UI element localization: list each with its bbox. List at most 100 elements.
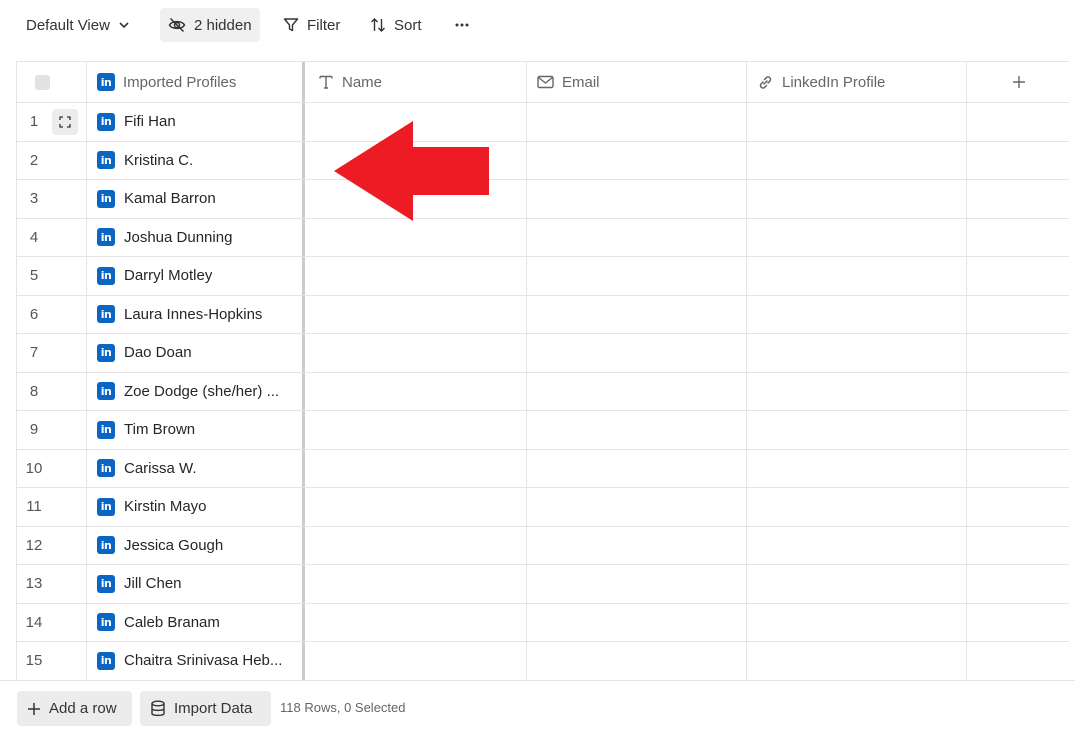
linkedin-profile-cell[interactable]	[747, 141, 967, 179]
email-cell[interactable]	[527, 603, 747, 641]
name-cell[interactable]	[308, 372, 527, 410]
linkedin-profile-cell[interactable]	[747, 411, 967, 449]
linkedin-icon: in	[97, 497, 115, 516]
table-row[interactable]: 1 in Fifi Han	[17, 103, 1069, 142]
table-row[interactable]: 5 in Darryl Motley	[17, 257, 1069, 296]
imported-profile-cell[interactable]: in Chaitra Srinivasa Heb...	[87, 642, 305, 680]
imported-profile-cell[interactable]: in Joshua Dunning	[87, 218, 305, 256]
link-icon	[759, 75, 772, 89]
name-cell[interactable]	[308, 642, 527, 680]
email-cell[interactable]	[527, 526, 747, 564]
linkedin-profile-cell[interactable]	[747, 642, 967, 680]
imported-profile-cell[interactable]: in Caleb Branam	[87, 603, 305, 641]
linkedin-profile-cell[interactable]	[747, 372, 967, 410]
select-all-checkbox[interactable]	[35, 74, 50, 90]
table-row[interactable]: 13 in Jill Chen	[17, 565, 1069, 604]
column-header-linkedin-profile[interactable]: LinkedIn Profile	[747, 62, 967, 102]
imported-profile-cell[interactable]: in Dao Doan	[87, 334, 305, 372]
linkedin-profile-cell[interactable]	[747, 334, 967, 372]
imported-profile-cell[interactable]: in Zoe Dodge (she/her) ...	[87, 372, 305, 410]
email-cell[interactable]	[527, 372, 747, 410]
column-header-name[interactable]: Name	[308, 62, 527, 102]
linkedin-profile-cell[interactable]	[747, 488, 967, 526]
filter-button[interactable]: Filter	[275, 8, 348, 42]
row-number: 8	[29, 382, 39, 400]
email-cell[interactable]	[527, 257, 747, 295]
imported-profile-cell[interactable]: in Carissa W.	[87, 449, 305, 487]
imported-profile-cell[interactable]: in Jessica Gough	[87, 526, 305, 564]
column-header-imported-profiles[interactable]: in Imported Profiles	[87, 62, 305, 102]
name-cell[interactable]	[308, 257, 527, 295]
imported-profile-cell[interactable]: in Fifi Han	[87, 103, 305, 141]
linkedin-profile-cell[interactable]	[747, 603, 967, 641]
hidden-fields-label: 2 hidden	[194, 16, 252, 34]
table-row[interactable]: 15 in Chaitra Srinivasa Heb...	[17, 642, 1069, 680]
linkedin-profile-cell[interactable]	[747, 103, 967, 141]
table-row[interactable]: 9 in Tim Brown	[17, 411, 1069, 450]
name-cell[interactable]	[308, 603, 527, 641]
email-cell[interactable]	[527, 449, 747, 487]
add-row-button[interactable]: Add a row	[17, 691, 132, 726]
email-cell[interactable]	[527, 565, 747, 603]
name-cell[interactable]	[308, 565, 527, 603]
column-header-email[interactable]: Email	[527, 62, 747, 102]
imported-profile-cell[interactable]: in Kirstin Mayo	[87, 488, 305, 526]
table-row[interactable]: 2 in Kristina C.	[17, 141, 1069, 180]
linkedin-profile-cell[interactable]	[747, 180, 967, 218]
table-row[interactable]: 10 in Carissa W.	[17, 449, 1069, 488]
linkedin-profile-cell[interactable]	[747, 565, 967, 603]
name-cell[interactable]	[308, 526, 527, 564]
imported-profile-cell[interactable]: in Tim Brown	[87, 411, 305, 449]
email-cell[interactable]	[527, 180, 747, 218]
plus-icon	[28, 702, 40, 715]
row-index-cell: 11	[17, 488, 87, 526]
name-cell[interactable]	[308, 218, 527, 256]
name-cell[interactable]	[308, 449, 527, 487]
name-cell[interactable]	[308, 334, 527, 372]
sort-button[interactable]: Sort	[362, 8, 430, 42]
email-cell[interactable]	[527, 295, 747, 333]
email-cell[interactable]	[527, 642, 747, 680]
empty-cell	[967, 488, 1069, 526]
email-cell[interactable]	[527, 103, 747, 141]
email-cell[interactable]	[527, 141, 747, 179]
linkedin-profile-cell[interactable]	[747, 449, 967, 487]
row-index-cell: 6	[17, 295, 87, 333]
table-row[interactable]: 11 in Kirstin Mayo	[17, 488, 1069, 527]
add-column-button[interactable]	[967, 62, 1069, 102]
row-index-cell: 3	[17, 180, 87, 218]
table-row[interactable]: 7 in Dao Doan	[17, 334, 1069, 373]
empty-cell	[967, 180, 1069, 218]
row-index-cell: 14	[17, 603, 87, 641]
linkedin-profile-cell[interactable]	[747, 218, 967, 256]
imported-profile-cell[interactable]: in Kamal Barron	[87, 180, 305, 218]
expand-row-button[interactable]	[52, 108, 78, 135]
table-row[interactable]: 12 in Jessica Gough	[17, 526, 1069, 565]
table-row[interactable]: 3 in Kamal Barron	[17, 180, 1069, 219]
name-cell[interactable]	[308, 488, 527, 526]
imported-profile-cell[interactable]: in Jill Chen	[87, 565, 305, 603]
view-selector[interactable]: Default View	[18, 8, 138, 42]
name-cell[interactable]	[308, 295, 527, 333]
email-cell[interactable]	[527, 334, 747, 372]
select-all-cell	[17, 62, 87, 102]
import-data-button[interactable]: Import Data	[140, 691, 271, 726]
linkedin-icon: in	[97, 613, 115, 632]
table-row[interactable]: 6 in Laura Innes-Hopkins	[17, 295, 1069, 334]
email-cell[interactable]	[527, 411, 747, 449]
linkedin-profile-cell[interactable]	[747, 295, 967, 333]
table-header-row: in Imported Profiles Name Email LinkedIn…	[17, 62, 1069, 103]
table-row[interactable]: 4 in Joshua Dunning	[17, 218, 1069, 257]
imported-profile-cell[interactable]: in Darryl Motley	[87, 257, 305, 295]
email-cell[interactable]	[527, 488, 747, 526]
table-row[interactable]: 14 in Caleb Branam	[17, 603, 1069, 642]
table-row[interactable]: 8 in Zoe Dodge (she/her) ...	[17, 372, 1069, 411]
name-cell[interactable]	[308, 411, 527, 449]
hidden-fields-button[interactable]: 2 hidden	[160, 8, 260, 42]
email-cell[interactable]	[527, 218, 747, 256]
more-options-button[interactable]	[446, 8, 478, 42]
linkedin-profile-cell[interactable]	[747, 257, 967, 295]
imported-profile-cell[interactable]: in Kristina C.	[87, 141, 305, 179]
imported-profile-cell[interactable]: in Laura Innes-Hopkins	[87, 295, 305, 333]
linkedin-profile-cell[interactable]	[747, 526, 967, 564]
